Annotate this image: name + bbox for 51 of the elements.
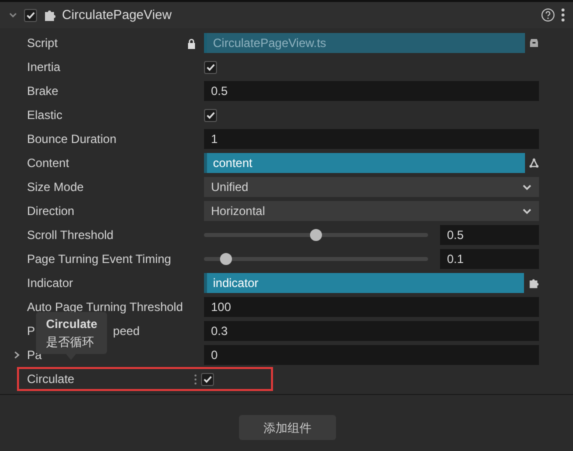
property-label: Brake (27, 83, 58, 100)
enable-checkbox[interactable] (24, 8, 37, 22)
slider-thumb[interactable] (310, 229, 322, 241)
slider[interactable] (204, 229, 428, 241)
property-label: Elastic (27, 107, 62, 124)
property-label: Indicator (27, 275, 74, 292)
select-value: Horizontal (211, 203, 266, 220)
number-field[interactable]: 0.1 (440, 249, 539, 269)
number-field[interactable]: 100 (204, 297, 539, 317)
slider-thumb[interactable] (220, 253, 232, 265)
property-label: Size Mode (27, 179, 84, 196)
property-label: Page Turning Event Timing (27, 251, 172, 268)
chevron-down-icon (522, 208, 532, 214)
property-label: Scroll Threshold (27, 227, 114, 244)
property-label: Script (27, 35, 58, 52)
number-field[interactable]: 0.3 (204, 321, 539, 341)
checkbox[interactable] (201, 372, 214, 386)
property-label: Direction (27, 203, 74, 220)
checkbox[interactable] (204, 60, 217, 74)
property-label: P (27, 323, 36, 340)
node-icon (529, 158, 539, 168)
number-field[interactable]: 1 (204, 129, 539, 149)
puzzle-icon (528, 277, 539, 289)
checkbox[interactable] (204, 108, 217, 122)
drag-handle-icon (194, 374, 197, 384)
chevron-down-icon (522, 184, 532, 190)
property-label: Circulate (27, 371, 74, 388)
inbox-icon (529, 38, 539, 48)
tooltip-text: 是否循环 (46, 334, 95, 351)
property-label: Content (27, 155, 70, 172)
select-dropdown[interactable]: Unified (204, 177, 539, 197)
lock-icon (187, 38, 196, 48)
component-title: CirculatePageView (62, 6, 172, 24)
add-component-button[interactable]: 添加组件 (239, 415, 336, 440)
property-label: Bounce Duration (27, 131, 116, 148)
more-icon[interactable] (561, 8, 565, 22)
property-label: Inertia (27, 59, 60, 76)
slider[interactable] (204, 253, 428, 265)
tooltip-title: Circulate (46, 316, 98, 333)
property-label: peed (113, 323, 140, 340)
number-field[interactable]: 0.5 (204, 81, 539, 101)
chevron-icon[interactable] (8, 10, 18, 20)
node-field[interactable]: content (204, 153, 525, 173)
node-field[interactable]: indicator (204, 273, 524, 293)
number-field[interactable]: 0 (204, 345, 539, 365)
puzzle-icon (43, 8, 56, 22)
number-field[interactable]: 0.5 (440, 225, 539, 245)
select-value: Unified (211, 179, 248, 196)
expand-icon[interactable] (13, 350, 21, 360)
select-dropdown[interactable]: Horizontal (204, 201, 539, 221)
help-icon (541, 8, 555, 22)
